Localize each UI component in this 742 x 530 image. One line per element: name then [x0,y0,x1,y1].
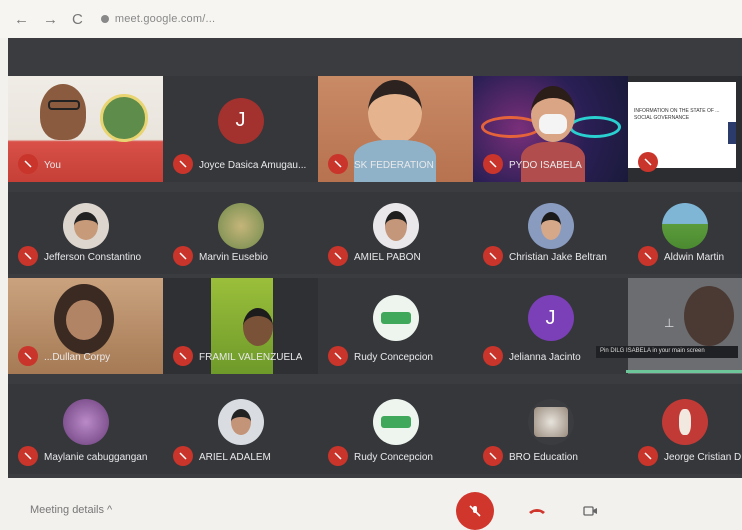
participant-name: Rudy Concepcion [354,352,433,363]
participant-tile[interactable]: PYDO ISABELA [473,76,628,182]
participant-tile[interactable] [628,278,742,374]
reload-button[interactable]: C [72,12,83,27]
participant-tile[interactable]: Maylanie cabuggangan [8,384,163,474]
participant-tile[interactable]: Rudy Concepcion [318,384,473,474]
mic-muted-icon [638,446,658,466]
avatar [662,203,708,250]
mic-toggle-button[interactable] [456,492,494,530]
participant-name: BRO Education [509,452,578,463]
participant-tile[interactable]: Christian Jake Beltran [473,192,628,274]
meeting-grid: You J Joyce Dasica Amugau... SK FEDERATI… [8,38,742,478]
mic-off-icon [469,505,481,517]
participant-name: Jefferson Constantino [44,252,142,263]
mic-muted-icon [18,346,38,366]
mic-muted-icon [638,246,658,266]
avatar: J [217,97,264,144]
mic-muted-icon [483,246,503,266]
slide-title: INFORMATION ON THE STATE OF ... SOCIAL G… [634,108,720,121]
avatar [217,203,264,250]
back-button[interactable]: ← [14,12,29,27]
participant-name: Marvin Eusebio [199,252,268,263]
mic-muted-icon [328,246,348,266]
avatar [372,203,419,250]
participant-name: You [44,160,61,171]
participant-name: AMIEL PABON [354,252,421,263]
audio-level-bar [626,370,742,373]
mic-muted-icon [173,246,193,266]
mic-muted-icon [483,446,503,466]
participant-tile[interactable]: J Jelianna Jacinto [473,278,628,374]
participant-tile[interactable]: ...Dullan Corpy [8,278,163,374]
address-bar[interactable]: meet.google.com/... [100,13,216,25]
lock-icon [100,15,109,23]
pin-icon[interactable]: ⊥ [664,316,674,330]
participant-tile[interactable]: FRAMIL VALENZUELA [163,278,318,374]
participant-tile[interactable]: AMIEL PABON [318,192,473,274]
participant-name: Jeorge Cristian D... [664,452,742,463]
participant-name: Christian Jake Beltran [509,252,607,263]
participant-name: Rudy Concepcion [354,452,433,463]
participant-tile[interactable]: Jefferson Constantino [8,192,163,274]
participant-tile[interactable]: J Joyce Dasica Amugau... [163,76,318,182]
participant-tile[interactable]: Rudy Concepcion [318,278,473,374]
avatar [527,398,574,445]
forward-button[interactable]: → [43,12,58,27]
pin-tooltip: Pin DILG ISABELA in your main screen [596,346,738,358]
avatar [372,295,419,342]
participant-name: Jelianna Jacinto [509,352,581,363]
mic-muted-icon [173,154,193,174]
hang-up-button[interactable] [518,492,556,530]
avatar [62,398,109,445]
participant-name: Joyce Dasica Amugau... [199,160,307,171]
participant-tile[interactable]: SK FEDERATION [318,76,473,182]
mic-muted-icon [328,446,348,466]
avatar [372,398,419,445]
participant-name: Aldwin Martin [664,252,725,263]
mic-muted-icon [173,446,193,466]
participant-name: FRAMIL VALENZUELA [199,352,303,363]
browser-toolbar: ← → C meet.google.com/... [0,0,742,38]
mic-muted-icon [638,152,658,172]
meeting-details-button[interactable]: Meeting details ^ [30,504,112,516]
video-feed [628,278,742,374]
mic-muted-icon [18,154,38,174]
participant-name: SK FEDERATION [354,160,434,171]
mic-muted-icon [328,346,348,366]
mic-muted-icon [173,346,193,366]
participant-tile[interactable]: Aldwin Martin [628,192,742,274]
presentation-tile[interactable]: INFORMATION ON THE STATE OF ... SOCIAL G… [628,76,742,182]
camera-toggle-button[interactable] [572,492,610,530]
control-bar: Meeting details ^ [0,478,742,530]
avatar [62,203,109,250]
avatar: J [527,295,574,342]
url-text: meet.google.com/... [114,13,216,25]
participant-tile[interactable]: Marvin Eusebio [163,192,318,274]
mic-muted-icon [328,154,348,174]
participant-tile[interactable]: ARIEL ADALEM [163,384,318,474]
participant-tile[interactable]: Jeorge Cristian D... [628,384,742,474]
participant-name: Maylanie cabuggangan [44,452,148,463]
camera-icon [583,506,597,516]
participant-tile[interactable]: You [8,76,163,182]
participant-name: PYDO ISABELA [509,160,582,171]
mic-muted-icon [483,346,503,366]
phone-hangup-icon [529,509,545,514]
avatar [662,398,708,445]
participant-name: ARIEL ADALEM [199,452,271,463]
mic-muted-icon [483,154,503,174]
avatar [217,398,264,445]
participant-name: ...Dullan Corpy [44,352,111,363]
mic-muted-icon [18,246,38,266]
avatar [527,203,574,250]
participant-tile[interactable]: BRO Education [473,384,628,474]
mic-muted-icon [18,446,38,466]
